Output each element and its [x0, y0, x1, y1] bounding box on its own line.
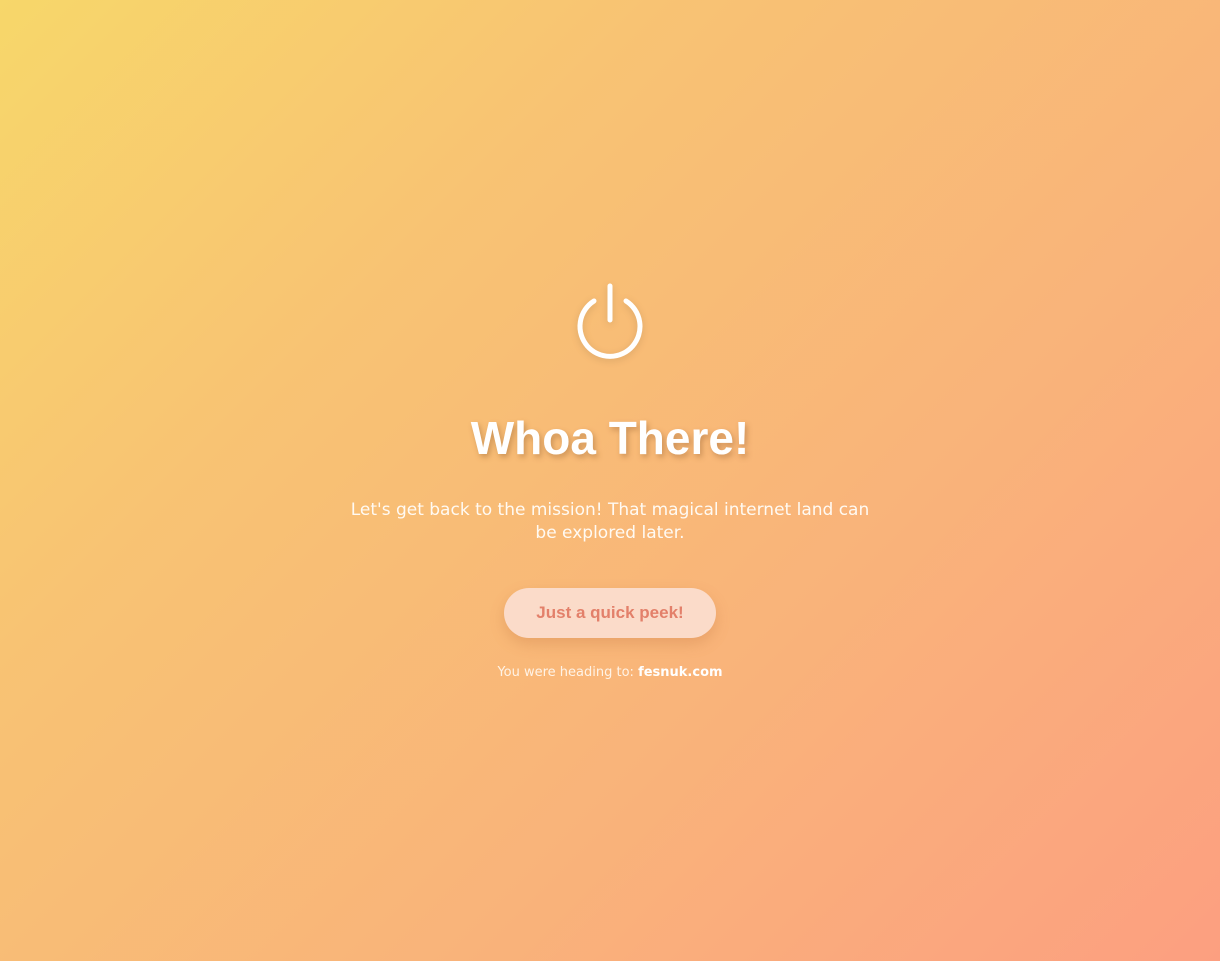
power-icon — [577, 283, 643, 359]
destination-domain: fesnuk.com — [638, 665, 723, 680]
destination-info: You were heading to: fesnuk.com — [0, 664, 1220, 682]
message-text: Let's get back to the mission! That magi… — [350, 500, 870, 543]
destination-prefix: You were heading to: — [497, 665, 634, 680]
quick-peek-button[interactable]: Just a quick peek! — [504, 588, 716, 638]
page-title: Whoa There! — [470, 412, 750, 464]
block-page: Whoa There! Let's get back to the missio… — [0, 0, 1220, 961]
